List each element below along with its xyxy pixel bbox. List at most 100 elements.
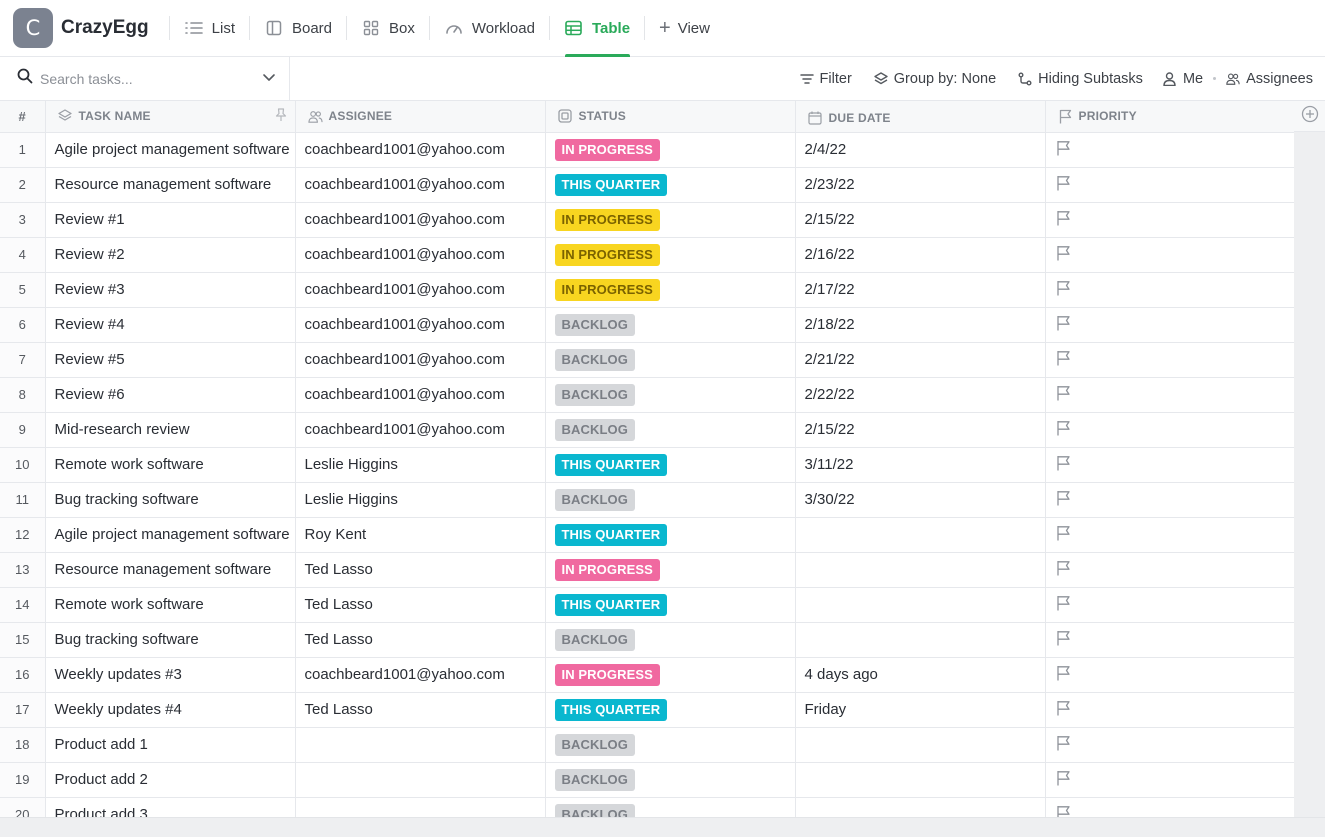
status-badge[interactable]: IN PROGRESS	[554, 138, 660, 161]
assignee-cell[interactable]: coachbeard1001@yahoo.com	[295, 202, 546, 238]
assignee-cell[interactable]: coachbeard1001@yahoo.com	[295, 132, 546, 168]
due-date-cell[interactable]: 2/21/22	[795, 342, 1046, 378]
assignee-cell[interactable]: Leslie Higgins	[295, 482, 546, 518]
status-cell[interactable]: IN PROGRESS	[545, 202, 796, 238]
assignee-cell[interactable]: coachbeard1001@yahoo.com	[295, 342, 546, 378]
priority-cell[interactable]	[1045, 447, 1295, 483]
flag-icon[interactable]	[1056, 175, 1071, 195]
status-badge[interactable]: BACKLOG	[554, 733, 635, 756]
status-cell[interactable]: IN PROGRESS	[545, 657, 796, 693]
task-name-cell[interactable]: Weekly updates #3	[45, 657, 296, 693]
task-name-cell[interactable]: Review #2	[45, 237, 296, 273]
status-cell[interactable]: IN PROGRESS	[545, 132, 796, 168]
table-row[interactable]: 12 Agile project management software Roy K…	[0, 517, 1295, 553]
status-badge[interactable]: IN PROGRESS	[554, 208, 660, 231]
status-cell[interactable]: BACKLOG	[545, 307, 796, 343]
due-date-cell[interactable]: Friday	[795, 692, 1046, 728]
task-name-cell[interactable]: Weekly updates #4	[45, 692, 296, 728]
assignees-button[interactable]: Assignees	[1226, 71, 1313, 87]
status-cell[interactable]: IN PROGRESS	[545, 552, 796, 588]
due-date-cell[interactable]: 2/15/22	[795, 202, 1046, 238]
status-badge[interactable]: BACKLOG	[554, 418, 635, 441]
priority-cell[interactable]	[1045, 762, 1295, 798]
add-column-button[interactable]	[1294, 101, 1325, 132]
status-cell[interactable]: THIS QUARTER	[545, 692, 796, 728]
due-date-cell[interactable]	[795, 587, 1046, 623]
flag-icon[interactable]	[1056, 420, 1071, 440]
due-date-cell[interactable]	[795, 762, 1046, 798]
priority-cell[interactable]	[1045, 202, 1295, 238]
assignee-cell[interactable]	[295, 727, 546, 763]
flag-icon[interactable]	[1056, 665, 1071, 685]
column-header-task-name[interactable]: TASK NAME	[45, 101, 296, 133]
table-row[interactable]: 10 Remote work software Leslie Higgins THIS…	[0, 447, 1295, 483]
task-name-cell[interactable]: Review #1	[45, 202, 296, 238]
due-date-cell[interactable]	[795, 552, 1046, 588]
table-row[interactable]: 4 Review #2 coachbeard1001@yahoo.com IN PRO…	[0, 237, 1295, 273]
status-badge[interactable]: THIS QUARTER	[554, 593, 668, 616]
flag-icon[interactable]	[1056, 280, 1071, 300]
tab-list[interactable]: List	[170, 0, 249, 57]
assignee-cell[interactable]: coachbeard1001@yahoo.com	[295, 167, 546, 203]
status-badge[interactable]: BACKLOG	[554, 313, 635, 336]
due-date-cell[interactable]: 4 days ago	[795, 657, 1046, 693]
flag-icon[interactable]	[1056, 210, 1071, 230]
status-badge[interactable]: BACKLOG	[554, 488, 635, 511]
priority-cell[interactable]	[1045, 517, 1295, 553]
status-cell[interactable]: THIS QUARTER	[545, 587, 796, 623]
assignee-cell[interactable]	[295, 762, 546, 798]
priority-cell[interactable]	[1045, 657, 1295, 693]
table-row[interactable]: 15 Bug tracking software Ted Lasso BACKLOG	[0, 622, 1295, 658]
workspace-title[interactable]: CrazyEgg	[61, 17, 149, 39]
task-name-cell[interactable]: Remote work software	[45, 447, 296, 483]
table-row[interactable]: 14 Remote work software Ted Lasso THIS QUAR…	[0, 587, 1295, 623]
due-date-cell[interactable]	[795, 622, 1046, 658]
task-name-cell[interactable]: Product add 2	[45, 762, 296, 798]
task-name-cell[interactable]: Product add 1	[45, 727, 296, 763]
flag-icon[interactable]	[1056, 245, 1071, 265]
due-date-cell[interactable]: 2/17/22	[795, 272, 1046, 308]
flag-icon[interactable]	[1056, 385, 1071, 405]
table-row[interactable]: 16 Weekly updates #3 coachbeard1001@yahoo.…	[0, 657, 1295, 693]
priority-cell[interactable]	[1045, 167, 1295, 203]
assignee-cell[interactable]: coachbeard1001@yahoo.com	[295, 377, 546, 413]
status-badge[interactable]: THIS QUARTER	[554, 453, 668, 476]
status-badge[interactable]: BACKLOG	[554, 348, 635, 371]
table-row[interactable]: 17 Weekly updates #4 Ted Lasso THIS QUARTER…	[0, 692, 1295, 728]
priority-cell[interactable]	[1045, 237, 1295, 273]
table-row[interactable]: 20 Product add 3 BACKLOG	[0, 797, 1295, 817]
priority-cell[interactable]	[1045, 132, 1295, 168]
due-date-cell[interactable]: 2/18/22	[795, 307, 1046, 343]
status-badge[interactable]: IN PROGRESS	[554, 663, 660, 686]
table-row[interactable]: 1 Agile project management software coachb…	[0, 132, 1295, 168]
assignee-cell[interactable]: Roy Kent	[295, 517, 546, 553]
subtasks-toggle[interactable]: Hiding Subtasks	[1018, 71, 1143, 87]
status-cell[interactable]: BACKLOG	[545, 342, 796, 378]
table-row[interactable]: 13 Resource management software Ted Lasso I…	[0, 552, 1295, 588]
flag-icon[interactable]	[1056, 350, 1071, 370]
flag-icon[interactable]	[1056, 315, 1071, 335]
tab-table[interactable]: Table	[550, 0, 644, 57]
assignee-cell[interactable]: Leslie Higgins	[295, 447, 546, 483]
group-by-button[interactable]: Group by: None	[874, 71, 996, 87]
column-header-assignee[interactable]: ASSIGNEE	[295, 101, 546, 133]
flag-icon[interactable]	[1056, 700, 1071, 720]
horizontal-scrollbar[interactable]	[0, 817, 1325, 837]
status-cell[interactable]: BACKLOG	[545, 377, 796, 413]
flag-icon[interactable]	[1056, 595, 1071, 615]
assignee-cell[interactable]: Ted Lasso	[295, 692, 546, 728]
due-date-cell[interactable]: 2/23/22	[795, 167, 1046, 203]
flag-icon[interactable]	[1056, 630, 1071, 650]
status-cell[interactable]: BACKLOG	[545, 622, 796, 658]
priority-cell[interactable]	[1045, 587, 1295, 623]
table-row[interactable]: 11 Bug tracking software Leslie Higgins BAC…	[0, 482, 1295, 518]
status-badge[interactable]: THIS QUARTER	[554, 698, 668, 721]
search-input[interactable]	[40, 70, 258, 87]
table-row[interactable]: 5 Review #3 coachbeard1001@yahoo.com IN PRO…	[0, 272, 1295, 308]
assignee-cell[interactable]: Ted Lasso	[295, 587, 546, 623]
status-badge[interactable]: BACKLOG	[554, 768, 635, 791]
status-cell[interactable]: THIS QUARTER	[545, 167, 796, 203]
flag-icon[interactable]	[1056, 490, 1071, 510]
status-badge[interactable]: BACKLOG	[554, 803, 635, 817]
assignee-cell[interactable]: coachbeard1001@yahoo.com	[295, 412, 546, 448]
